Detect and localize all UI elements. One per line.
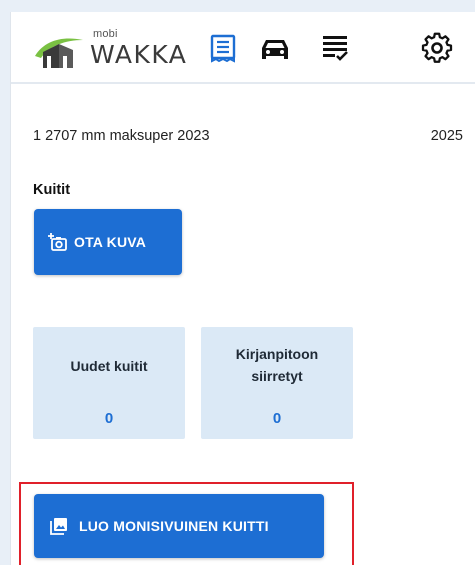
company-name: 1 2707 mm maksuper 2023	[33, 128, 210, 144]
section-title: Kuitit	[33, 182, 71, 198]
logo-text: WAKKA	[90, 40, 188, 69]
car-icon[interactable]	[259, 32, 291, 64]
app-header: mobi WAKKA	[11, 12, 475, 84]
card-label: Kirjanpitoon siirretyt	[235, 346, 319, 384]
create-multipage-receipt-button[interactable]: LUO MONISIVUINEN KUITTI	[34, 494, 324, 558]
logo-small-text: mobi	[93, 28, 118, 40]
card-label: Uudet kuitit	[70, 358, 148, 374]
transferred-receipts-card[interactable]: Kirjanpitoon siirretyt 0	[201, 327, 353, 439]
gear-icon[interactable]	[421, 32, 453, 64]
app-frame: mobi WAKKA 1 2707 mm maksuper 2023 2025 …	[10, 12, 475, 565]
create-multipage-label: LUO MONISIVUINEN KUITTI	[79, 518, 269, 534]
card-value: 0	[272, 410, 282, 427]
logo[interactable]: mobi WAKKA	[33, 28, 186, 72]
card-value: 0	[104, 410, 114, 427]
add-photo-icon	[48, 233, 67, 251]
take-photo-button[interactable]: OTA KUVA	[34, 209, 182, 275]
image-icon	[50, 518, 67, 535]
take-photo-label: OTA KUVA	[74, 234, 147, 250]
company-row: 1 2707 mm maksuper 2023 2025	[33, 128, 463, 148]
new-receipts-card[interactable]: Uudet kuitit 0	[33, 327, 185, 439]
year-label[interactable]: 2025	[431, 128, 463, 144]
logo-mark-icon	[35, 38, 83, 68]
receipt-icon[interactable]	[207, 32, 239, 64]
checklist-icon[interactable]	[319, 32, 351, 64]
